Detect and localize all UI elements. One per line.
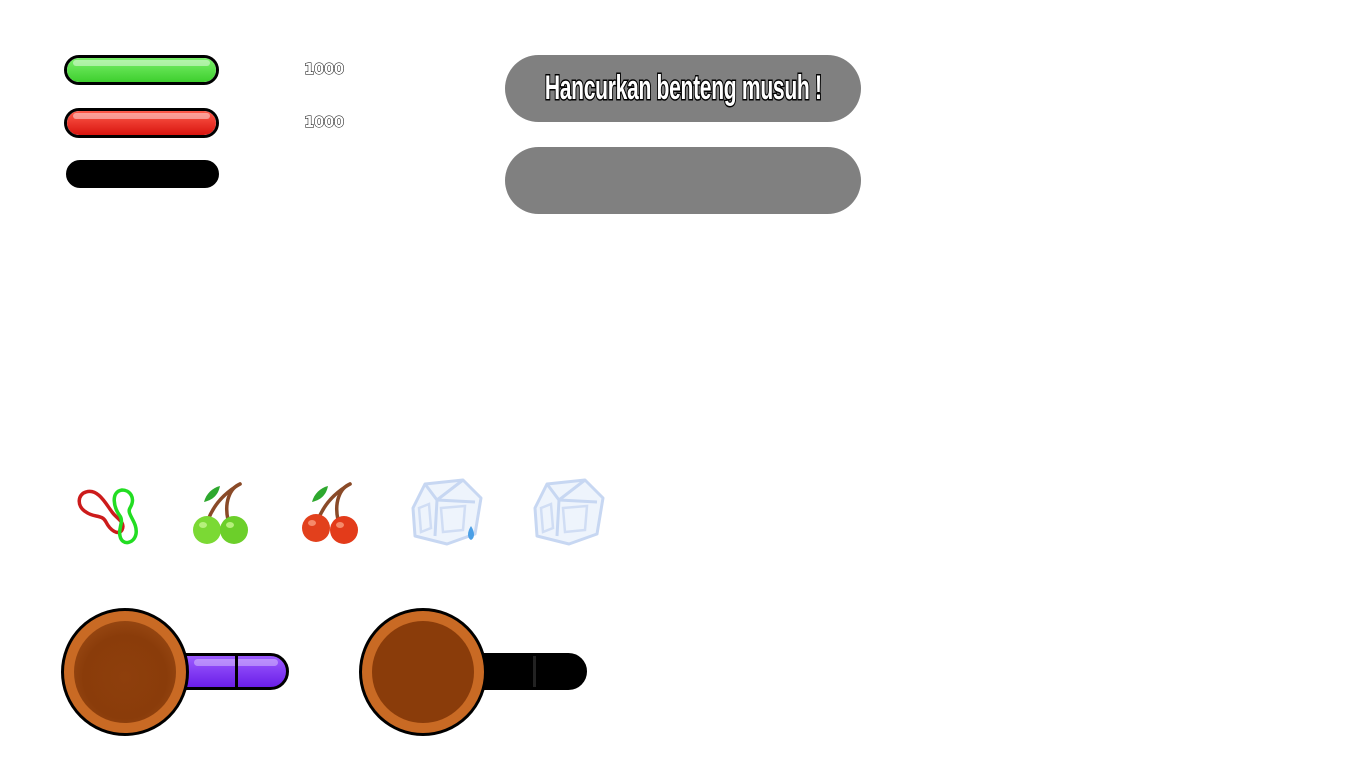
ice-cube-melting-icon[interactable]: [405, 478, 485, 550]
health-bar-green: [64, 55, 219, 85]
mission-objective-panel: Hancurkan benteng musuh !: [505, 55, 861, 122]
rubber-band-icon[interactable]: [72, 478, 152, 550]
green-cherry-icon[interactable]: [184, 478, 264, 550]
skill-button-1[interactable]: [61, 608, 189, 736]
health-bar-red: [64, 108, 219, 138]
game-hud: 1000 1000 Hancurkan benteng musuh !: [0, 0, 1366, 768]
mission-objective-text: Hancurkan benteng musuh !: [544, 68, 823, 109]
health-value-red: 1000: [304, 113, 345, 132]
skill-button-2[interactable]: [359, 608, 487, 736]
skill-slot-1[interactable]: [61, 608, 291, 738]
ice-cube-icon[interactable]: [527, 478, 607, 550]
skill-slot-2[interactable]: [359, 608, 589, 738]
red-cherry-icon[interactable]: [292, 478, 372, 550]
energy-bar-empty: [66, 160, 219, 188]
mission-secondary-panel: [505, 147, 861, 214]
health-value-green: 1000: [304, 60, 345, 79]
